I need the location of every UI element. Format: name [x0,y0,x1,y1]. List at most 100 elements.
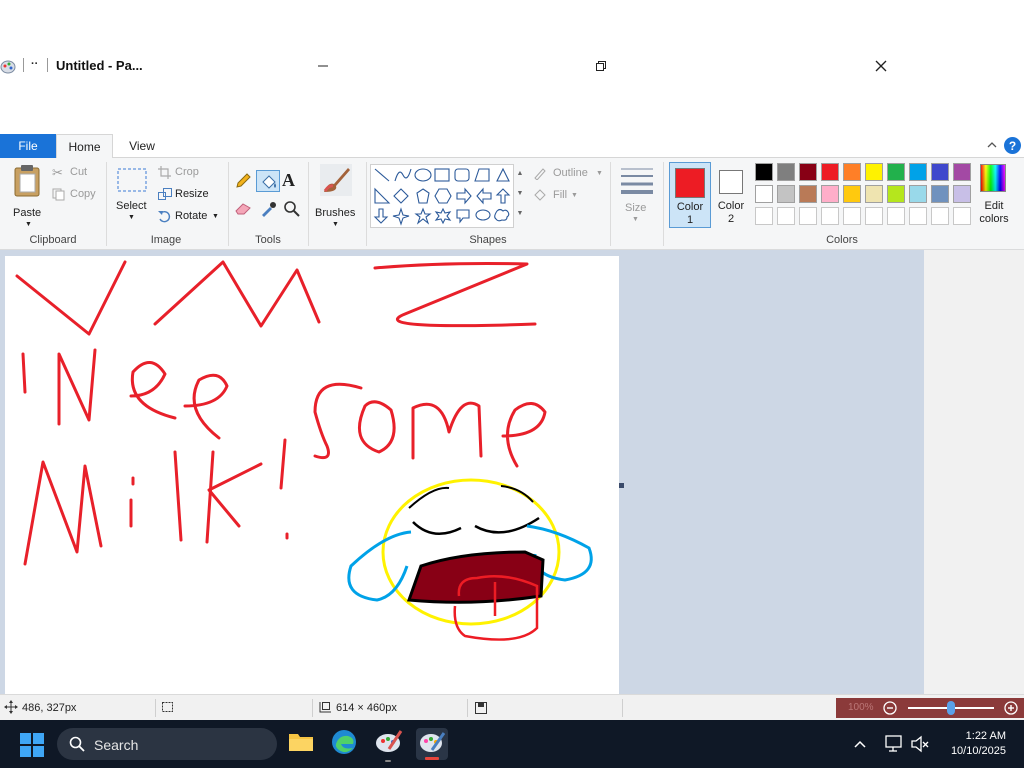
palette-custom-slot[interactable] [909,207,927,225]
chevron-down-icon: ▼ [332,221,339,228]
text-tool[interactable]: A [282,170,302,192]
fill-bucket-icon [533,188,547,207]
palette-color-swatch[interactable] [865,185,883,203]
palette-custom-slot[interactable] [865,207,883,225]
palette-color-swatch[interactable] [931,185,949,203]
paste-button[interactable]: Paste ▼ [8,164,46,230]
palette-custom-slot[interactable] [799,207,817,225]
palette-color-swatch[interactable] [777,185,795,203]
taskbar-search-box[interactable]: Search [57,728,277,760]
fill-tool[interactable] [256,170,280,192]
palette-custom-slot[interactable] [843,207,861,225]
palette-color-swatch[interactable] [931,163,949,181]
shapes-gallery-icons [373,167,511,226]
magnifier-tool[interactable] [283,200,303,220]
eraser-tool[interactable] [234,200,254,220]
tab-home[interactable]: Home [56,134,113,159]
paint-bucket-icon [260,173,278,196]
tab-file[interactable]: File [0,134,56,158]
start-button[interactable] [20,733,44,757]
palette-color-swatch[interactable] [755,185,773,203]
quick-access-more-button[interactable]: ·· [31,58,38,70]
palette-color-swatch[interactable] [843,163,861,181]
palette-color-swatch[interactable] [821,163,839,181]
title-bar: ·· Untitled - Pa... [0,0,1024,134]
copy-label: Copy [70,188,96,200]
paste-label: Paste [13,207,42,219]
rotate-button[interactable]: Rotate ▼ [158,209,222,225]
brushes-button[interactable]: Brushes ▼ [312,164,360,230]
crop-button[interactable]: Crop [158,165,208,181]
zoom-in-icon[interactable] [1004,701,1018,720]
show-hidden-icons-button[interactable] [853,737,869,751]
palette-custom-slot[interactable] [887,207,905,225]
brushes-label: Brushes [315,207,356,219]
copy-button[interactable]: Copy [52,187,102,203]
palette-color-swatch[interactable] [909,163,927,181]
palette-custom-slot[interactable] [931,207,949,225]
palette-color-swatch[interactable] [821,185,839,203]
palette-custom-slot[interactable] [821,207,839,225]
clipboard-group-label: Clipboard [29,234,77,246]
outline-brush-icon [533,166,547,185]
color2-button[interactable]: Color 2 [713,162,751,228]
paint-app-icon[interactable] [0,57,16,75]
help-button[interactable]: ? [1004,137,1021,154]
selection-size-icon [161,701,175,719]
minimize-button[interactable] [313,56,333,76]
resize-button[interactable]: Resize [158,187,218,203]
palette-color-swatch[interactable] [799,163,817,181]
active-indicator [425,757,439,760]
palette-color-swatch[interactable] [777,163,795,181]
color1-button[interactable]: Color 1 [669,162,711,228]
palette-color-swatch[interactable] [887,163,905,181]
pencil-tool[interactable] [234,172,254,192]
color-picker-tool[interactable] [259,200,279,220]
zoom-level-text[interactable]: 100% [836,698,880,718]
clock[interactable]: 1:22 AM 10/10/2025 [951,729,1006,759]
right-panel [924,250,1024,694]
status-separator [155,699,156,717]
cut-button[interactable]: ✂ Cut [52,165,102,181]
edit-colors-button[interactable]: Edit colors [974,164,1014,230]
running-indicator [385,760,391,762]
palette-color-swatch[interactable] [909,185,927,203]
palette-color-swatch[interactable] [865,163,883,181]
fill-button[interactable]: Fill ▼ [533,188,583,204]
color-wheel-icon [980,164,1006,192]
cursor-position-icon [4,700,18,719]
palette-custom-slot[interactable] [755,207,773,225]
tab-view[interactable]: View [118,134,166,158]
palette-color-swatch[interactable] [755,163,773,181]
palette-color-swatch[interactable] [843,185,861,203]
paint-pinned-taskbar-button[interactable] [373,728,405,762]
shapes-gallery[interactable] [370,164,514,228]
zoom-slider-thumb[interactable] [947,701,955,715]
select-button[interactable]: Select ▼ [113,166,151,232]
chevron-up-icon [853,737,867,754]
magnifier-icon [283,201,301,222]
outline-button[interactable]: Outline ▼ [533,166,605,182]
drawing-canvas[interactable] [5,256,619,694]
palette-color-swatch[interactable] [887,185,905,203]
edge-taskbar-button[interactable] [328,728,360,760]
palette-color-swatch[interactable] [953,163,971,181]
palette-color-swatch[interactable] [953,185,971,203]
canvas-resize-handle[interactable] [619,483,624,488]
size-button[interactable]: Size ▼ [617,164,657,228]
shapes-scroll[interactable]: ▲ ▼ ▼ [514,164,526,228]
select-label: Select [116,200,147,212]
volume-status-button[interactable] [910,735,930,753]
close-button[interactable] [871,56,891,76]
restore-button[interactable] [591,56,611,76]
palette-custom-slot[interactable] [777,207,795,225]
zoom-out-icon[interactable] [883,701,897,720]
collapse-ribbon-icon[interactable] [985,138,999,152]
paste-icon [12,164,42,203]
palette-color-swatch[interactable] [799,185,817,203]
network-status-button[interactable] [884,735,904,753]
paint-active-taskbar-button[interactable] [416,728,448,760]
save-disk-icon [475,701,487,719]
palette-custom-slot[interactable] [953,207,971,225]
file-explorer-taskbar-button[interactable] [285,728,317,760]
